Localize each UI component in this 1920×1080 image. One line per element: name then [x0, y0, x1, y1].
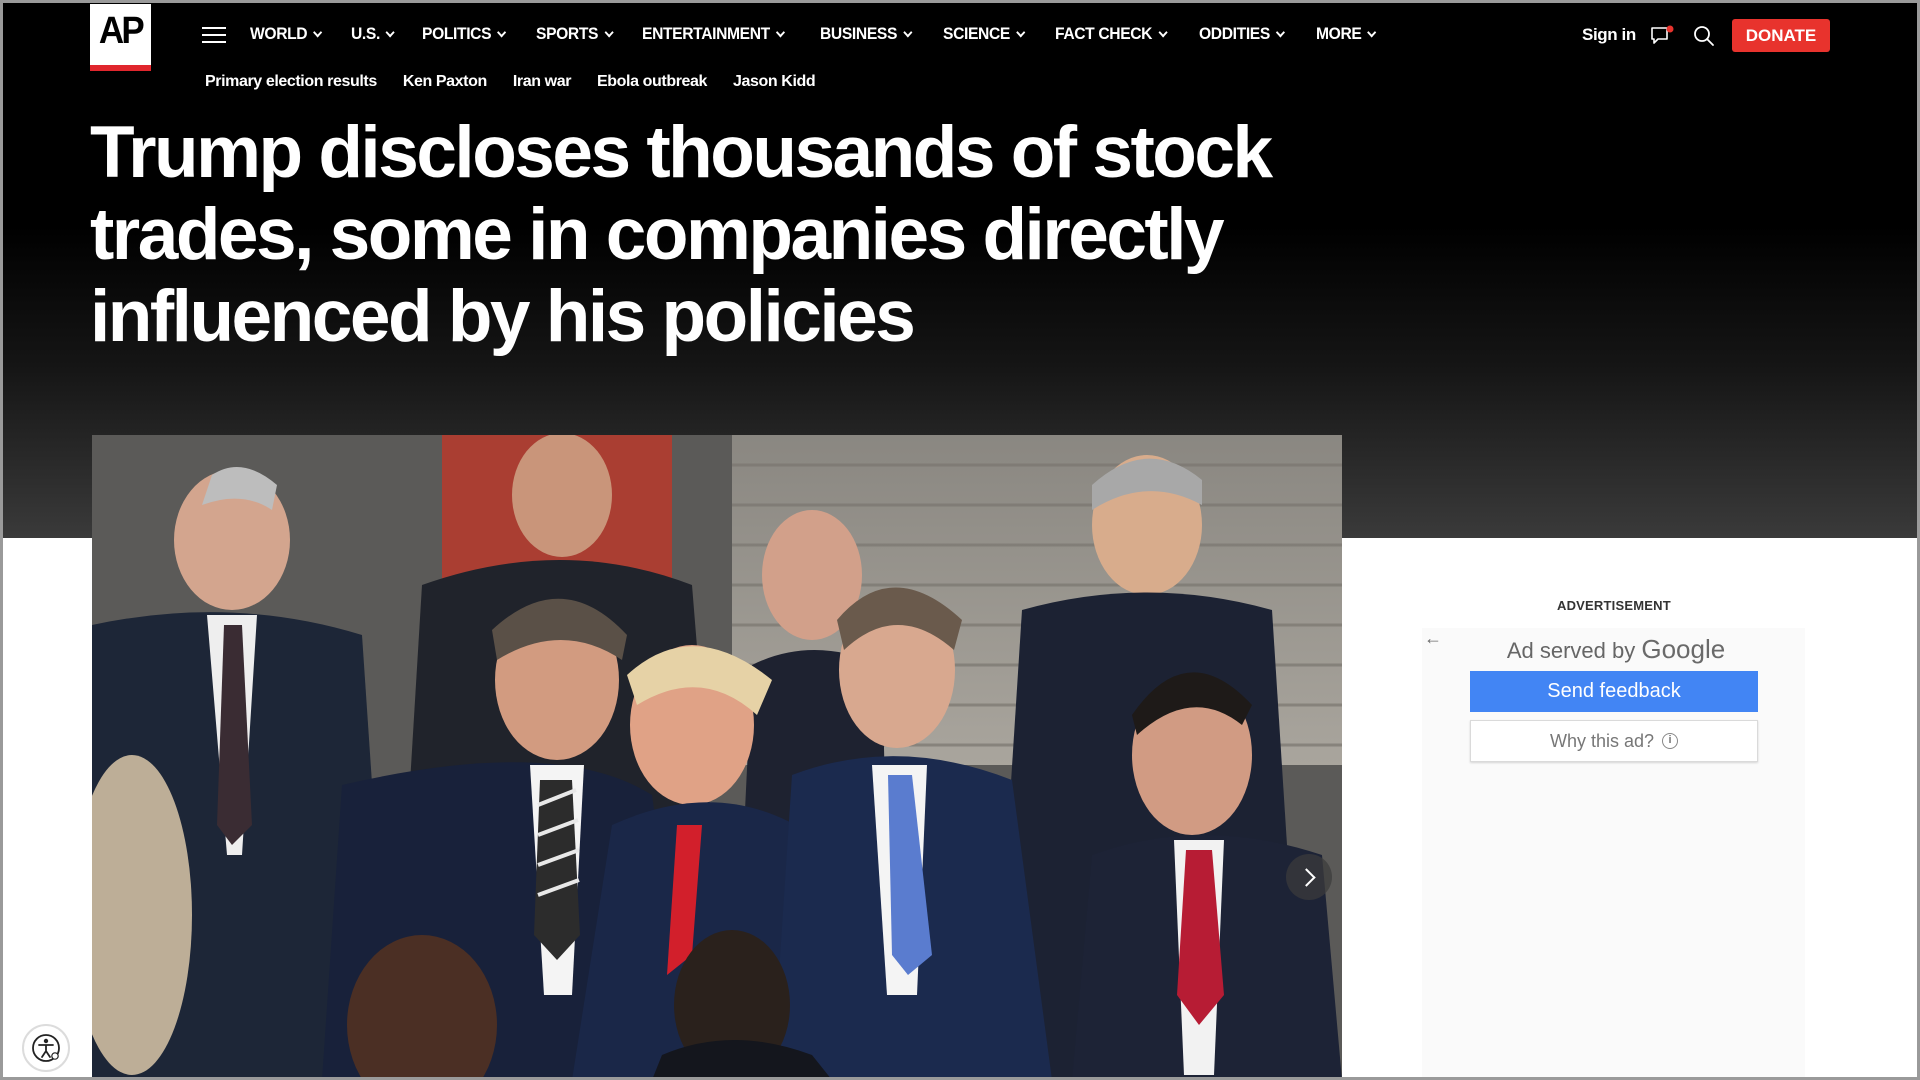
next-image-button[interactable]	[1286, 854, 1332, 900]
nav-label: FACT CHECK	[1054, 24, 1153, 43]
trending-link[interactable]: Ebola outbreak	[597, 73, 707, 91]
nav-item-world[interactable]: WORLD	[250, 24, 323, 44]
nav-label: POLITICS	[421, 24, 492, 43]
nav-item-science[interactable]: SCIENCE	[943, 24, 1026, 44]
chevron-down-icon	[776, 27, 786, 37]
send-feedback-button[interactable]: Send feedback	[1470, 671, 1758, 712]
nav-item-politics[interactable]: POLITICS	[421, 24, 507, 44]
google-wordmark: Google	[1641, 634, 1726, 664]
accessibility-icon[interactable]	[22, 1024, 70, 1072]
main-nav: WORLD U.S. POLITICS SPORTS ENTERTAINMENT…	[250, 24, 1404, 44]
nav-item-entertainment[interactable]: ENTERTAINMENT	[642, 24, 786, 44]
donate-button[interactable]: DONATE	[1732, 19, 1830, 52]
chevron-down-icon	[1158, 27, 1168, 37]
menu-icon[interactable]	[202, 27, 226, 44]
sign-in-link[interactable]: Sign in	[1582, 25, 1636, 45]
chevron-down-icon	[1016, 27, 1026, 37]
nav-item-more[interactable]: MORE	[1315, 24, 1377, 44]
nav-label: MORE	[1315, 24, 1362, 43]
nav-item-fact-check[interactable]: FACT CHECK	[1054, 24, 1168, 44]
ad-served-text: Ad served by	[1506, 638, 1636, 663]
nav-label: WORLD	[250, 24, 308, 43]
arrow-left-icon[interactable]: ←	[1424, 628, 1442, 649]
nav-label: BUSINESS	[820, 24, 898, 43]
nav-item-us[interactable]: U.S.	[351, 24, 396, 44]
advertisement-label: ADVERTISEMENT	[1557, 598, 1671, 613]
trending-bar: Primary election results Ken Paxton Iran…	[205, 73, 841, 91]
ap-logo[interactable]: AP	[90, 4, 151, 71]
notifications-chat-icon[interactable]	[1650, 25, 1674, 47]
trending-link[interactable]: Iran war	[513, 73, 572, 91]
chevron-down-icon	[313, 27, 323, 37]
logo-red-bar	[90, 65, 151, 71]
chevron-down-icon	[496, 27, 507, 37]
article-hero-photo[interactable]	[92, 435, 1342, 1080]
nav-label: U.S.	[351, 24, 381, 43]
nav-label: SCIENCE	[943, 24, 1011, 43]
chevron-right-icon	[1296, 867, 1316, 887]
logo-text: AP	[98, 10, 145, 52]
nav-label: ENTERTAINMENT	[642, 24, 771, 43]
chevron-down-icon	[604, 27, 614, 37]
trending-link[interactable]: Primary election results	[205, 73, 377, 91]
search-icon[interactable]	[1693, 25, 1715, 47]
ad-served-by: Ad served by Google	[1470, 634, 1762, 665]
nav-label: ODDITIES	[1199, 24, 1271, 43]
nav-item-business[interactable]: BUSINESS	[820, 24, 913, 44]
chevron-down-icon	[903, 27, 913, 37]
chevron-down-icon	[1276, 27, 1286, 37]
why-this-ad-button[interactable]: Why this ad? i	[1470, 720, 1758, 762]
nav-item-sports[interactable]: SPORTS	[535, 24, 614, 44]
trending-link[interactable]: Ken Paxton	[403, 73, 487, 91]
article-headline: Trump discloses thousands of stock trade…	[90, 112, 1273, 357]
nav-label: SPORTS	[535, 24, 599, 43]
why-this-ad-label: Why this ad?	[1549, 730, 1655, 751]
chevron-down-icon	[1367, 27, 1377, 37]
info-icon: i	[1662, 733, 1679, 749]
trending-link[interactable]: Jason Kidd	[733, 73, 816, 91]
chevron-down-icon	[386, 27, 396, 37]
nav-item-oddities[interactable]: ODDITIES	[1199, 24, 1286, 44]
